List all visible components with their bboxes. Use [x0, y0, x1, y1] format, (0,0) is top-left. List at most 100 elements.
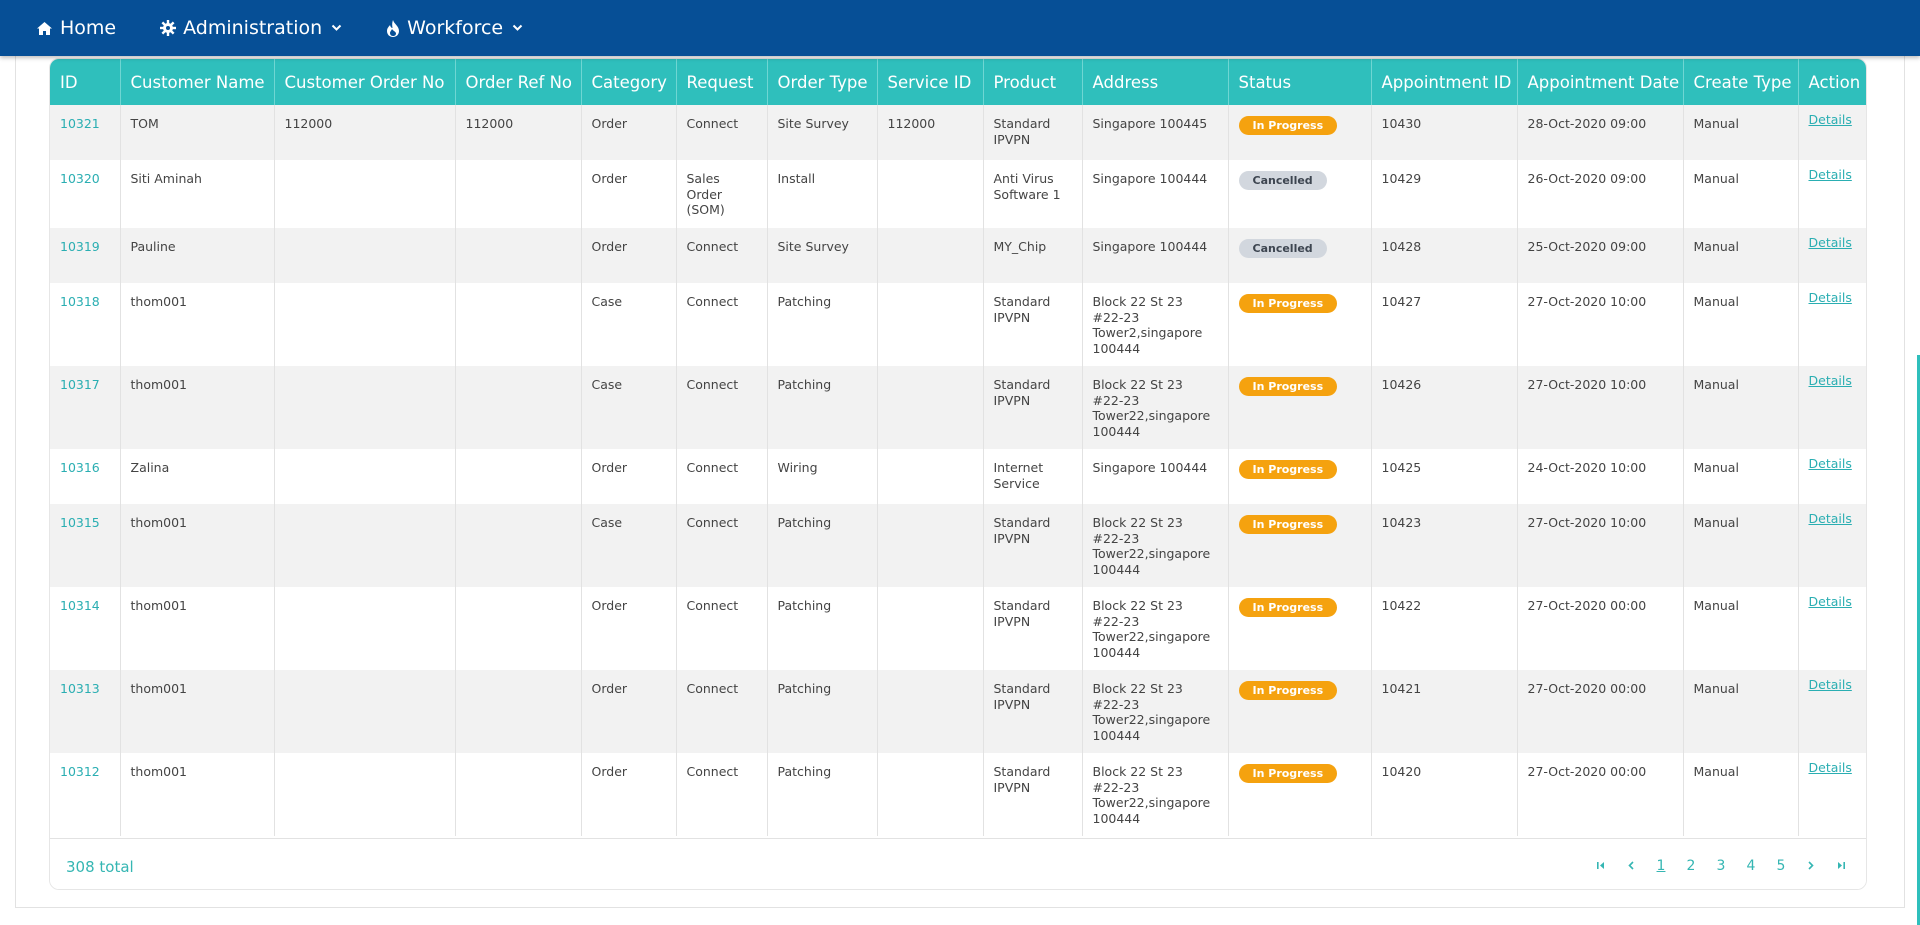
order-id-link[interactable]: 10321	[60, 116, 100, 131]
column-header-request[interactable]: Request	[676, 59, 768, 105]
chevron-down-icon	[331, 24, 342, 31]
last-page-icon[interactable]	[1826, 858, 1856, 874]
order-id-link[interactable]: 10320	[60, 171, 100, 186]
cell-appointment-date-text: 25-Oct-2020 09:00	[1527, 239, 1647, 254]
cell-address: Singapore 100444	[1082, 160, 1229, 228]
details-link[interactable]: Details	[1809, 235, 1852, 250]
cell-service-id	[877, 283, 984, 366]
next-page-icon[interactable]	[1796, 858, 1826, 874]
cell-category: Order	[581, 670, 677, 753]
cell-create-type-text: Manual	[1693, 598, 1739, 613]
cell-order-type-text: Patching	[777, 377, 832, 392]
details-link[interactable]: Details	[1809, 511, 1852, 526]
details-link[interactable]: Details	[1809, 677, 1852, 692]
cell-product-text: Standard IPVPN	[993, 598, 1051, 629]
cell-request-text: Sales Order (SOM)	[686, 171, 725, 217]
nav-workforce[interactable]: Workforce	[386, 17, 523, 39]
order-id-link[interactable]: 10315	[60, 515, 100, 530]
order-id-link[interactable]: 10318	[60, 294, 100, 309]
cell-request: Connect	[676, 670, 768, 753]
details-link[interactable]: Details	[1809, 167, 1852, 182]
cell-request: Connect	[676, 587, 768, 670]
details-link[interactable]: Details	[1809, 373, 1852, 388]
cell-product: Standard IPVPN	[983, 366, 1083, 449]
details-link[interactable]: Details	[1809, 760, 1852, 775]
cell-order-type-text: Patching	[777, 598, 832, 613]
order-id-link[interactable]: 10312	[60, 764, 100, 779]
table-row[interactable]: 10321 TOM 112000 112000 Order Connect Site Sur…	[50, 105, 1866, 160]
column-header-customer-order-no[interactable]: Customer Order No	[274, 59, 456, 105]
column-header-customer-name[interactable]: Customer Name	[120, 59, 275, 105]
page-link[interactable]: 3	[1706, 858, 1736, 874]
flame-icon	[387, 19, 400, 37]
column-header-id[interactable]: ID	[50, 59, 121, 105]
nav-administration[interactable]: Administration	[160, 17, 342, 39]
cell-service-id	[877, 366, 984, 449]
cell-product-text: MY_Chip	[993, 239, 1047, 254]
cell-create-type: Manual	[1683, 228, 1799, 283]
column-header-product[interactable]: Product	[983, 59, 1083, 105]
cell-status: In Progress	[1228, 105, 1372, 160]
column-header-category[interactable]: Category	[581, 59, 677, 105]
cell-appointment-id-text: 10427	[1381, 294, 1422, 309]
cell-customer-name: thom001	[120, 670, 275, 753]
nav-home[interactable]: Home	[36, 17, 116, 39]
cell-id: 10321	[50, 105, 121, 160]
status-badge: In Progress	[1238, 515, 1338, 534]
cell-action: Details	[1798, 670, 1866, 753]
cell-customer-order-no	[274, 228, 456, 283]
column-header-order-type[interactable]: Order Type	[767, 59, 878, 105]
cell-customer-name-text: Siti Aminah	[130, 171, 202, 186]
cell-order-type: Patching	[767, 587, 878, 670]
table-row[interactable]: 10312 thom001 Order Connect Patching Standard…	[50, 753, 1866, 836]
column-header-create-type[interactable]: Create Type	[1683, 59, 1799, 105]
cell-id: 10313	[50, 670, 121, 753]
table-row[interactable]: 10317 thom001 Case Connect Patching Standard …	[50, 366, 1866, 449]
page-link[interactable]: 5	[1766, 858, 1796, 874]
order-id-link[interactable]: 10316	[60, 460, 100, 475]
cell-order-ref-no	[455, 587, 582, 670]
cell-product-text: Internet Service	[993, 460, 1044, 491]
table-row[interactable]: 10319 Pauline Order Connect Site Survey MY_Ch…	[50, 228, 1866, 283]
cell-address: Singapore 100445	[1082, 105, 1229, 160]
table-row[interactable]: 10318 thom001 Case Connect Patching Standard …	[50, 283, 1866, 366]
table-row[interactable]: 10320 Siti Aminah Order Sales Order (SOM) In…	[50, 160, 1866, 228]
cell-product-text: Standard IPVPN	[993, 294, 1051, 325]
details-link[interactable]: Details	[1809, 456, 1852, 471]
cell-order-ref-no: 112000	[455, 105, 582, 160]
order-id-link[interactable]: 10317	[60, 377, 100, 392]
column-header-order-ref-no[interactable]: Order Ref No	[455, 59, 582, 105]
details-link[interactable]: Details	[1809, 290, 1852, 305]
cell-customer-name: Zalina	[120, 449, 275, 504]
cell-address-text: Block 22 St 23 #22-23 Tower2,singapore 1…	[1092, 294, 1203, 356]
column-header-address[interactable]: Address	[1082, 59, 1229, 105]
column-header-status[interactable]: Status	[1228, 59, 1372, 105]
first-page-icon[interactable]	[1586, 858, 1616, 874]
page-link[interactable]: 2	[1676, 858, 1706, 874]
order-id-link[interactable]: 10319	[60, 239, 100, 254]
details-link[interactable]: Details	[1809, 594, 1852, 609]
cell-status: In Progress	[1228, 587, 1372, 670]
table-row[interactable]: 10314 thom001 Order Connect Patching Standard…	[50, 587, 1866, 670]
previous-page-icon[interactable]	[1616, 858, 1646, 874]
details-link[interactable]: Details	[1809, 112, 1852, 127]
cell-order-ref-no	[455, 283, 582, 366]
page-link[interactable]: 1	[1646, 858, 1676, 874]
cell-customer-name-text: thom001	[130, 681, 188, 696]
cell-appointment-date: 27-Oct-2020 10:00	[1517, 366, 1684, 449]
column-header-service-id[interactable]: Service ID	[877, 59, 984, 105]
cell-order-ref-no	[455, 449, 582, 504]
table-row[interactable]: 10315 thom001 Case Connect Patching Standard …	[50, 504, 1866, 587]
column-header-appointment-date[interactable]: Appointment Date	[1517, 59, 1684, 105]
cell-service-id	[877, 449, 984, 504]
cell-category: Case	[581, 283, 677, 366]
page-link[interactable]: 4	[1736, 858, 1766, 874]
order-id-link[interactable]: 10314	[60, 598, 100, 613]
cell-order-type: Install	[767, 160, 878, 228]
cell-category: Order	[581, 449, 677, 504]
order-id-link[interactable]: 10313	[60, 681, 100, 696]
table-row[interactable]: 10313 thom001 Order Connect Patching Standard…	[50, 670, 1866, 753]
cell-appointment-id-text: 10425	[1381, 460, 1422, 475]
table-row[interactable]: 10316 Zalina Order Connect Wiring Internet Se…	[50, 449, 1866, 504]
column-header-appointment-id[interactable]: Appointment ID	[1371, 59, 1518, 105]
